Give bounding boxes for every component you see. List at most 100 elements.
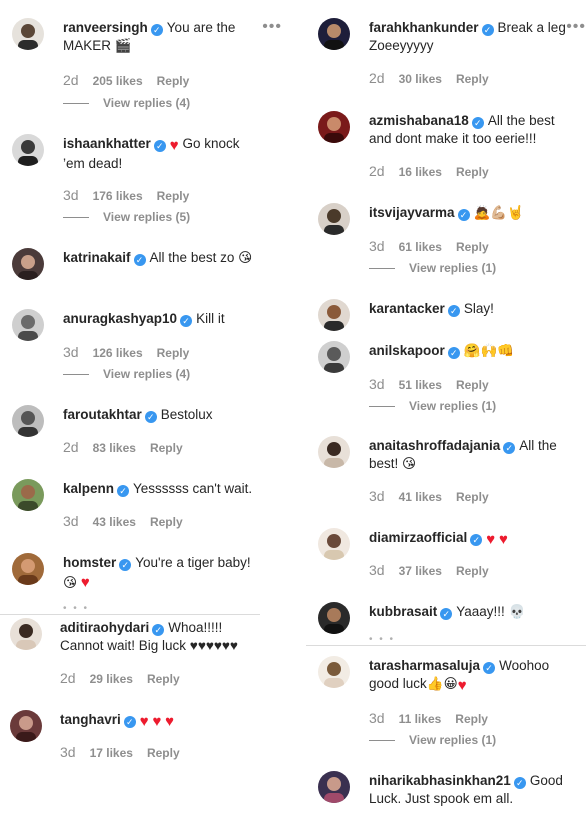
- reply-button[interactable]: Reply: [157, 74, 190, 88]
- like-count[interactable]: 17 likes: [90, 746, 133, 760]
- like-count[interactable]: 126 likes: [93, 346, 143, 360]
- comment-body: 🤗🙌👊: [463, 343, 515, 358]
- verified-badge-icon: ✓: [447, 305, 460, 317]
- reply-button[interactable]: Reply: [456, 564, 489, 578]
- timestamp: 3d: [63, 344, 79, 360]
- username[interactable]: tarasharmasaluja: [369, 658, 480, 673]
- reply-button[interactable]: Reply: [147, 672, 180, 686]
- view-replies-label: View replies (4): [103, 96, 191, 110]
- reply-button[interactable]: Reply: [455, 712, 488, 726]
- username[interactable]: kalpenn: [63, 481, 114, 496]
- view-replies-button[interactable]: View replies (5): [63, 210, 190, 224]
- avatar[interactable]: [318, 18, 350, 50]
- reply-button[interactable]: Reply: [150, 441, 183, 455]
- username[interactable]: karantacker: [369, 301, 445, 316]
- avatar[interactable]: [12, 405, 44, 437]
- username[interactable]: farahkhankunder: [369, 20, 479, 35]
- timestamp: 3d: [60, 744, 76, 760]
- avatar[interactable]: [10, 710, 42, 742]
- username[interactable]: itsvijayvarma: [369, 205, 455, 220]
- username[interactable]: anilskapoor: [369, 343, 445, 358]
- username[interactable]: azmishabana18: [369, 113, 469, 128]
- reply-button[interactable]: Reply: [456, 165, 489, 179]
- timestamp: 2d: [369, 163, 385, 179]
- avatar[interactable]: [318, 602, 350, 634]
- avatar[interactable]: [12, 134, 44, 166]
- username[interactable]: niharikabhasinkhan21: [369, 773, 511, 788]
- comment-aditiraohydari: aditiraohydari ✓ Whoa!!!!! Cannot wait! Bi…: [0, 618, 292, 690]
- comment-body: You're a tiger baby!: [135, 555, 251, 570]
- comment-text-block: anuragkashyap10 ✓ Kill it: [63, 310, 264, 328]
- view-replies-button[interactable]: View replies (4): [63, 96, 190, 110]
- avatar[interactable]: [12, 309, 44, 341]
- username[interactable]: kubbrasait: [369, 604, 437, 619]
- like-count[interactable]: 11 likes: [399, 712, 442, 726]
- avatar[interactable]: [318, 341, 350, 373]
- avatar[interactable]: [318, 111, 350, 143]
- like-count[interactable]: 37 likes: [399, 564, 442, 578]
- username[interactable]: tanghavri: [60, 712, 121, 727]
- like-count[interactable]: 51 likes: [399, 378, 442, 392]
- reply-button[interactable]: Reply: [157, 346, 190, 360]
- like-count[interactable]: 61 likes: [399, 240, 442, 254]
- avatar[interactable]: [12, 18, 44, 50]
- username[interactable]: faroutakhtar: [63, 407, 142, 422]
- reply-button[interactable]: Reply: [456, 72, 489, 86]
- comment-meta: 2d 29 likes Reply: [60, 670, 180, 686]
- like-count[interactable]: 16 likes: [399, 165, 442, 179]
- avatar[interactable]: [318, 528, 350, 560]
- reply-button[interactable]: Reply: [157, 189, 190, 203]
- username[interactable]: ranveersingh: [63, 20, 148, 35]
- username[interactable]: katrinakaif: [63, 250, 131, 265]
- avatar[interactable]: [318, 771, 350, 803]
- comment-tarasharmasaluja: tarasharmasaluja ✓ Woohoo good luck👍😀♥ 3d 1…: [306, 656, 586, 754]
- view-replies-button[interactable]: View replies (1): [369, 733, 496, 747]
- avatar[interactable]: [318, 656, 350, 688]
- like-count[interactable]: 43 likes: [93, 515, 136, 529]
- username[interactable]: anuragkashyap10: [63, 311, 177, 326]
- avatar[interactable]: [318, 203, 350, 235]
- avatar[interactable]: [318, 436, 350, 468]
- like-count[interactable]: 30 likes: [399, 72, 442, 86]
- reply-button[interactable]: Reply: [147, 746, 180, 760]
- avatar[interactable]: [10, 618, 42, 650]
- reply-button[interactable]: Reply: [456, 378, 489, 392]
- like-count[interactable]: 205 likes: [93, 74, 143, 88]
- like-count[interactable]: 29 likes: [90, 672, 133, 686]
- like-count[interactable]: 176 likes: [93, 189, 143, 203]
- avatar[interactable]: [12, 479, 44, 511]
- username[interactable]: aditiraohydari: [60, 620, 149, 635]
- username[interactable]: ishaankhatter: [63, 136, 151, 151]
- comment-body: Yessssss can't wait.: [133, 481, 253, 496]
- like-count[interactable]: 83 likes: [93, 441, 136, 455]
- comment-text-block: farahkhankunder ✓ Break a leg Zoeeyyyyy: [369, 19, 572, 55]
- username[interactable]: anaitashroffadajania: [369, 438, 500, 453]
- red-heart-icon: ♥: [457, 677, 467, 694]
- reply-button[interactable]: Reply: [150, 515, 183, 529]
- username[interactable]: homster: [63, 555, 116, 570]
- avatar[interactable]: [12, 248, 44, 280]
- username[interactable]: diamirzaofficial: [369, 530, 467, 545]
- like-count[interactable]: 41 likes: [399, 490, 442, 504]
- more-options-icon[interactable]: •••: [262, 18, 282, 36]
- view-replies-button[interactable]: View replies (1): [369, 399, 496, 413]
- view-replies-button[interactable]: View replies (4): [63, 367, 190, 381]
- comment-meta: 2d 83 likes Reply: [63, 439, 183, 455]
- comment-text-block: homster ✓ You're a tiger baby! 😘 ♥: [63, 554, 264, 592]
- avatar[interactable]: [318, 299, 350, 331]
- red-heart-icon: ♥: [80, 574, 90, 591]
- timestamp: 3d: [369, 376, 385, 392]
- reply-button[interactable]: Reply: [456, 240, 489, 254]
- verified-badge-icon: ✓: [133, 254, 146, 266]
- replies-line: [63, 374, 89, 376]
- comment-katrinakaif: katrinakaif ✓ All the best zo 😘: [0, 248, 292, 288]
- avatar[interactable]: [12, 553, 44, 585]
- comment-text-block: anilskapoor ✓ 🤗🙌👊: [369, 342, 572, 360]
- comment-ishaankhatter: ishaankhatter ✓ ♥ Go knock ’em dead! 3d 176…: [0, 134, 292, 230]
- comment-meta: 3d 17 likes Reply: [60, 744, 180, 760]
- view-replies-button[interactable]: View replies (1): [369, 261, 496, 275]
- comment-anilskapoor: anilskapoor ✓ 🤗🙌👊 3d 51 likes Reply View rep…: [306, 341, 586, 421]
- timestamp: 3d: [63, 187, 79, 203]
- reply-button[interactable]: Reply: [456, 490, 489, 504]
- more-options-icon[interactable]: •••: [566, 18, 586, 36]
